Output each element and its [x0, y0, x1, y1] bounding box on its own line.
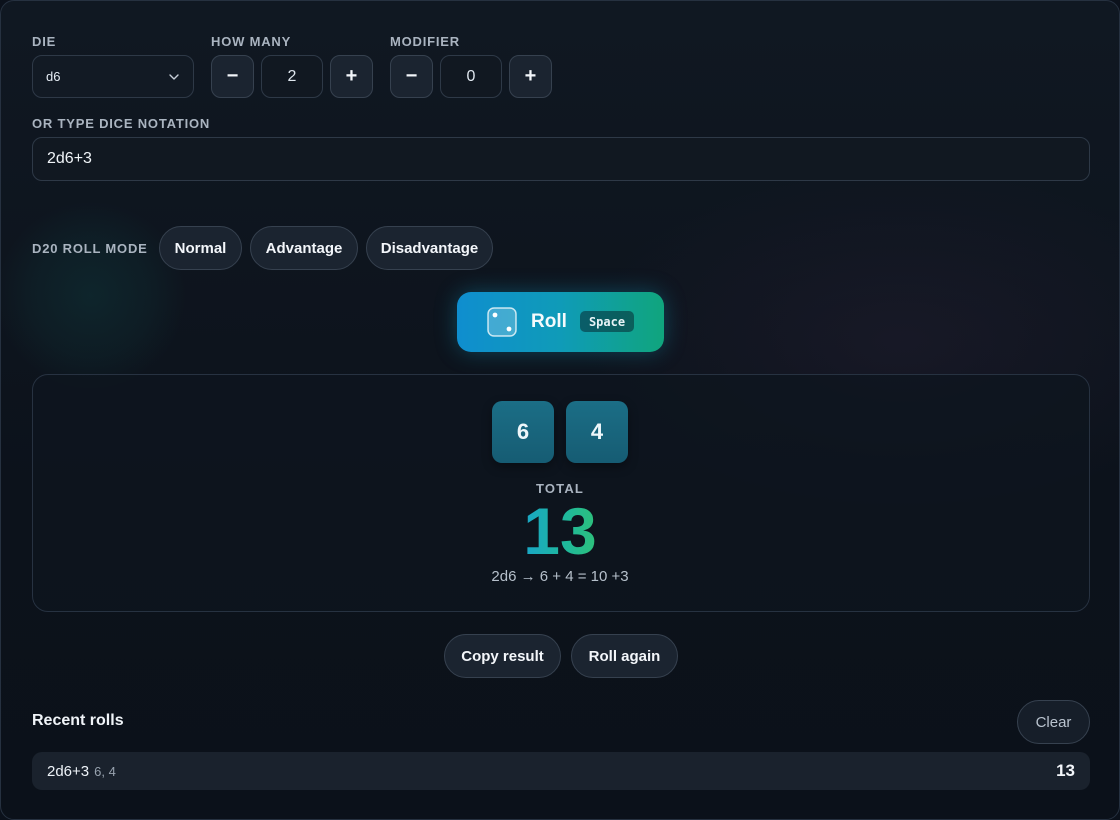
count-increment-button[interactable]: +	[330, 55, 373, 98]
clear-history-button[interactable]: Clear	[1017, 700, 1090, 744]
mode-advantage-button[interactable]: Advantage	[250, 226, 358, 270]
die-result: 4	[566, 401, 628, 463]
roll-shortcut-badge: Space	[580, 311, 634, 332]
chevron-down-icon	[169, 73, 179, 80]
dice-roller-app: DIE d6 HOW MANY − 2 + MODIFIER − 0 + OR …	[0, 0, 1120, 820]
die-select[interactable]: d6	[32, 55, 194, 98]
roll-mode-label: D20 ROLL MODE	[32, 241, 148, 256]
modifier-increment-button[interactable]: +	[509, 55, 552, 98]
notation-label: OR TYPE DICE NOTATION	[32, 116, 211, 131]
mode-disadvantage-button[interactable]: Disadvantage	[366, 226, 493, 270]
modifier-input[interactable]: 0	[440, 55, 502, 98]
count-label: HOW MANY	[211, 34, 292, 49]
total-number: 13	[523, 494, 597, 568]
history-rolls: 6, 4	[94, 763, 116, 779]
modifier-decrement-button[interactable]: −	[390, 55, 433, 98]
dice-results: 6 4	[1, 401, 1119, 463]
dice-notation-input[interactable]: 2d6+3	[32, 137, 1090, 181]
total-value: 13	[1, 496, 1119, 566]
dice-notation-value: 2d6+3	[47, 150, 92, 167]
mode-normal-button[interactable]: Normal	[159, 226, 242, 270]
count-decrement-button[interactable]: −	[211, 55, 254, 98]
history-expression: 2d6+3	[47, 762, 90, 780]
die-label: DIE	[32, 34, 57, 49]
modifier-label: MODIFIER	[390, 34, 460, 49]
list-item[interactable]: 2d6+3 6, 4 13	[32, 752, 1090, 790]
history-total: 13	[1056, 761, 1075, 780]
die-result: 6	[492, 401, 554, 463]
recent-rolls-title: Recent rolls	[32, 712, 124, 729]
roll-button-label: Roll	[531, 311, 567, 332]
roll-breakdown: 2d6 → 6 + 4 = 10 +3	[491, 568, 629, 585]
count-input[interactable]: 2	[261, 55, 323, 98]
die-icon	[487, 307, 517, 337]
roll-again-button[interactable]: Roll again	[571, 634, 678, 678]
die-select-value: d6	[46, 69, 61, 84]
copy-result-button[interactable]: Copy result	[444, 634, 561, 678]
